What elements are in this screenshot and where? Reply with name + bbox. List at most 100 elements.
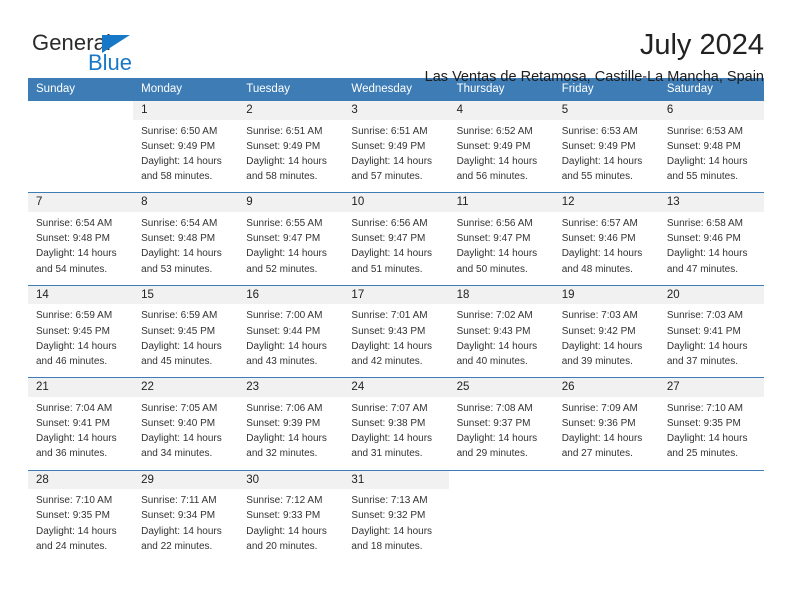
day-number-22[interactable]: 22 (133, 377, 239, 397)
sunrise-text: Sunrise: 6:56 AM (456, 218, 533, 230)
daylight-text-line1: Daylight: 14 hours (246, 156, 327, 168)
general-blue-logo[interactable]: General Blue (28, 30, 168, 78)
day-number-10[interactable]: 10 (343, 192, 449, 213)
day-cell-15[interactable]: Sunrise: 6:59 AM Sunset: 9:45 PM Daylight:… (133, 304, 239, 379)
day-number-8[interactable]: 8 (133, 192, 239, 213)
daylight-text-line2: and 39 minutes. (561, 355, 633, 367)
day-number-5[interactable]: 5 (553, 101, 659, 120)
day-cell-25[interactable]: Sunrise: 7:08 AM Sunset: 9:37 PM Daylight:… (448, 396, 554, 471)
day-cell-16[interactable]: Sunrise: 7:00 AM Sunset: 9:44 PM Daylight:… (238, 304, 344, 379)
sunset-text: Sunset: 9:34 PM (141, 510, 216, 522)
sunrise-text: Sunrise: 7:13 AM (351, 495, 428, 507)
day-cell-empty (658, 489, 764, 562)
daylight-text-line2: and 55 minutes. (561, 171, 633, 183)
day-cell-19[interactable]: Sunrise: 7:03 AM Sunset: 9:42 PM Daylight:… (553, 304, 659, 379)
day-number-7[interactable]: 7 (28, 192, 134, 213)
day-number-6[interactable]: 6 (658, 101, 764, 120)
day-cell-30[interactable]: Sunrise: 7:12 AM Sunset: 9:33 PM Daylight:… (238, 489, 344, 562)
day-cell-13[interactable]: Sunrise: 6:58 AM Sunset: 9:46 PM Daylight:… (658, 212, 764, 286)
day-number-28[interactable]: 28 (28, 470, 134, 490)
day-number-23[interactable]: 23 (238, 377, 344, 397)
day-cell-21[interactable]: Sunrise: 7:04 AM Sunset: 9:41 PM Daylight:… (28, 396, 134, 471)
sunrise-text: Sunrise: 6:53 AM (561, 125, 638, 137)
sunset-text: Sunset: 9:35 PM (36, 510, 110, 522)
sunset-text: Sunset: 9:38 PM (351, 418, 426, 429)
day-number-4[interactable]: 4 (448, 101, 554, 120)
daylight-text-line1: Daylight: 14 hours (456, 156, 538, 168)
daylight-text-line2: and 53 minutes. (141, 263, 213, 275)
day-number-16[interactable]: 16 (238, 285, 344, 305)
day-number-18[interactable]: 18 (448, 285, 554, 305)
day-number-26[interactable]: 26 (553, 377, 659, 397)
sunrise-text: Sunrise: 6:51 AM (351, 125, 428, 137)
daylight-text-line1: Daylight: 14 hours (351, 340, 433, 352)
day-number-11[interactable]: 11 (448, 192, 554, 213)
day-number-21[interactable]: 21 (28, 377, 134, 397)
day-cell-23[interactable]: Sunrise: 7:06 AM Sunset: 9:39 PM Daylight:… (238, 396, 344, 471)
day-cell-8[interactable]: Sunrise: 6:54 AM Sunset: 9:48 PM Daylight:… (133, 212, 239, 286)
sunrise-text: Sunrise: 7:09 AM (561, 402, 638, 414)
day-number-3[interactable]: 3 (343, 101, 449, 120)
day-cell-6[interactable]: Sunrise: 6:53 AM Sunset: 9:48 PM Daylight:… (658, 119, 764, 194)
day-cell-12[interactable]: Sunrise: 6:57 AM Sunset: 9:46 PM Daylight:… (553, 212, 659, 286)
sunset-text: Sunset: 9:45 PM (36, 325, 110, 337)
sunset-text: Sunset: 9:43 PM (351, 325, 426, 337)
day-cell-28[interactable]: Sunrise: 7:10 AM Sunset: 9:35 PM Daylight:… (28, 489, 134, 562)
day-number-27[interactable]: 27 (658, 377, 764, 397)
daylight-text-line2: and 20 minutes. (246, 540, 318, 552)
day-number-19[interactable]: 19 (553, 285, 659, 305)
day-number-30[interactable]: 30 (238, 470, 344, 490)
day-cell-2[interactable]: Sunrise: 6:51 AM Sunset: 9:49 PM Daylight:… (238, 119, 344, 194)
sunset-text: Sunset: 9:46 PM (561, 233, 636, 245)
logo-text-blue: Blue (88, 50, 133, 75)
day-cell-26[interactable]: Sunrise: 7:09 AM Sunset: 9:36 PM Daylight:… (553, 396, 659, 471)
day-number-empty (553, 470, 659, 490)
day-cell-27[interactable]: Sunrise: 7:10 AM Sunset: 9:35 PM Daylight:… (658, 396, 764, 471)
daylight-text-line2: and 43 minutes. (246, 355, 318, 367)
day-cell-22[interactable]: Sunrise: 7:05 AM Sunset: 9:40 PM Daylight:… (133, 396, 239, 471)
day-cell-empty (28, 119, 134, 194)
day-cell-1[interactable]: Sunrise: 6:50 AM Sunset: 9:49 PM Daylight:… (133, 119, 239, 194)
daylight-text-line1: Daylight: 14 hours (141, 433, 222, 445)
day-number-15[interactable]: 15 (133, 285, 239, 305)
day-cell-5[interactable]: Sunrise: 6:53 AM Sunset: 9:49 PM Daylight:… (553, 119, 659, 194)
day-number-2[interactable]: 2 (238, 101, 344, 120)
day-number-14[interactable]: 14 (28, 285, 134, 305)
sunrise-text: Sunrise: 6:51 AM (246, 125, 323, 137)
day-number-24[interactable]: 24 (343, 377, 449, 397)
day-cell-9[interactable]: Sunrise: 6:55 AM Sunset: 9:47 PM Daylight:… (238, 212, 344, 286)
day-cell-7[interactable]: Sunrise: 6:54 AM Sunset: 9:48 PM Daylight:… (28, 212, 134, 286)
day-cell-11[interactable]: Sunrise: 6:56 AM Sunset: 9:47 PM Daylight:… (448, 212, 554, 286)
day-cell-31[interactable]: Sunrise: 7:13 AM Sunset: 9:32 PM Daylight:… (343, 489, 449, 562)
day-number-25[interactable]: 25 (448, 377, 554, 397)
day-number-12[interactable]: 12 (553, 192, 659, 213)
sunrise-text: Sunrise: 6:54 AM (141, 218, 218, 230)
day-cell-20[interactable]: Sunrise: 7:03 AM Sunset: 9:41 PM Daylight:… (658, 304, 764, 379)
day-number-9[interactable]: 9 (238, 192, 344, 213)
day-number-empty (28, 101, 134, 120)
daylight-text-line1: Daylight: 14 hours (246, 340, 327, 352)
daylight-text-line2: and 51 minutes. (351, 263, 423, 275)
day-cell-14[interactable]: Sunrise: 6:59 AM Sunset: 9:45 PM Daylight:… (28, 304, 134, 379)
day-cell-29[interactable]: Sunrise: 7:11 AM Sunset: 9:34 PM Daylight:… (133, 489, 239, 562)
sunset-text: Sunset: 9:48 PM (36, 233, 110, 245)
daylight-text-line2: and 45 minutes. (141, 355, 213, 367)
day-cell-4[interactable]: Sunrise: 6:52 AM Sunset: 9:49 PM Daylight:… (448, 119, 554, 194)
day-cell-3[interactable]: Sunrise: 6:51 AM Sunset: 9:49 PM Daylight:… (343, 119, 449, 194)
day-number-20[interactable]: 20 (658, 285, 764, 305)
day-number-31[interactable]: 31 (343, 470, 449, 490)
day-number-29[interactable]: 29 (133, 470, 239, 490)
day-cell-10[interactable]: Sunrise: 6:56 AM Sunset: 9:47 PM Daylight:… (343, 212, 449, 286)
daylight-text-line1: Daylight: 14 hours (351, 433, 433, 445)
day-number-17[interactable]: 17 (343, 285, 449, 305)
day-cell-24[interactable]: Sunrise: 7:07 AM Sunset: 9:38 PM Daylight:… (343, 396, 449, 471)
day-cell-17[interactable]: Sunrise: 7:01 AM Sunset: 9:43 PM Daylight:… (343, 304, 449, 379)
day-number-13[interactable]: 13 (658, 192, 764, 213)
sunrise-text: Sunrise: 6:55 AM (246, 218, 323, 230)
daylight-text-line2: and 31 minutes. (351, 448, 423, 460)
day-number-1[interactable]: 1 (133, 101, 239, 120)
sunset-text: Sunset: 9:49 PM (141, 140, 216, 152)
sunset-text: Sunset: 9:42 PM (561, 325, 636, 337)
daylight-text-line1: Daylight: 14 hours (561, 340, 643, 352)
day-cell-18[interactable]: Sunrise: 7:02 AM Sunset: 9:43 PM Daylight:… (448, 304, 554, 379)
